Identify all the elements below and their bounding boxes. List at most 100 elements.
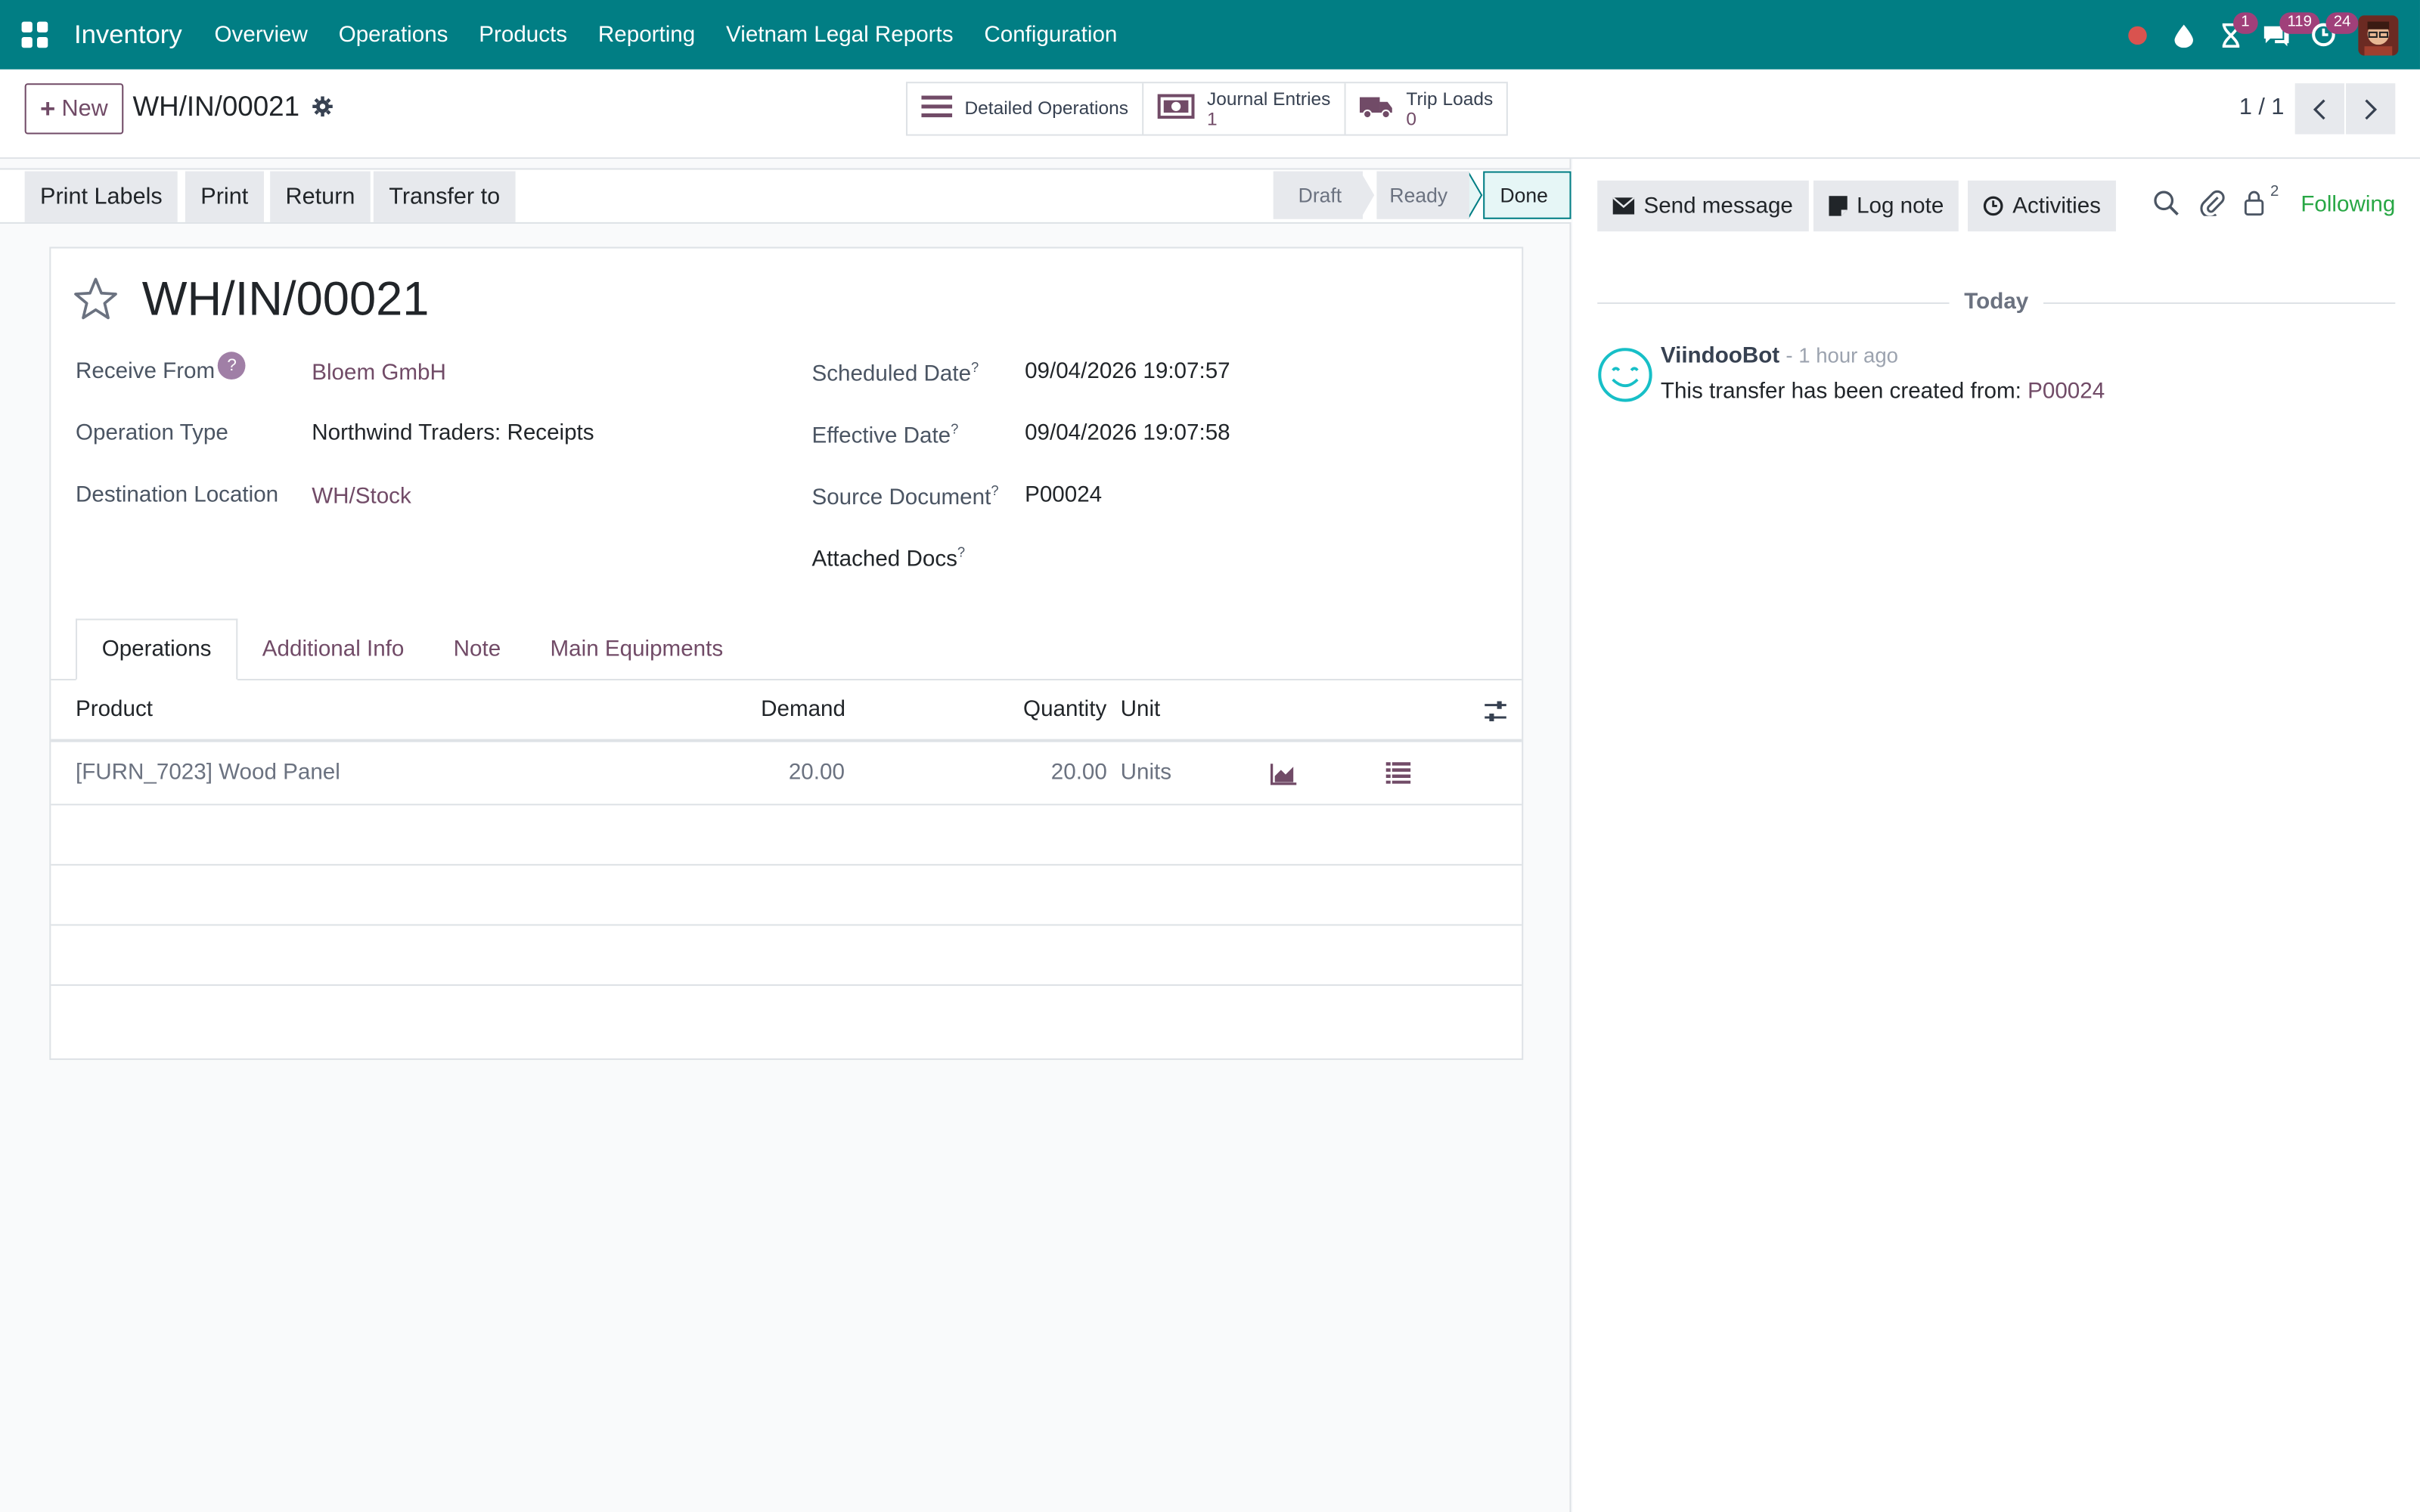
updates-icon[interactable]: 24 [2300, 0, 2359, 70]
message-time: - 1 hour ago [1786, 344, 1898, 367]
pager-value[interactable]: 1 / 1 [2239, 94, 2285, 120]
detailed-operations-button[interactable]: Detailed Operations [908, 83, 1144, 135]
menu-operations[interactable]: Operations [323, 23, 464, 48]
search-icon[interactable] [2153, 190, 2181, 218]
journal-entries-label: Journal Entries [1207, 87, 1331, 109]
tab-operations[interactable]: Operations [75, 618, 238, 680]
activities-label: Activities [2012, 194, 2101, 218]
table-row-empty [51, 867, 1522, 926]
transfer-to-button[interactable]: Transfer to [373, 171, 516, 222]
effective-date-value[interactable]: 09/04/2026 19:07:58 [1025, 421, 1230, 446]
menu-vietnam-legal-reports[interactable]: Vietnam Legal Reports [711, 23, 969, 48]
source-document-value[interactable]: P00024 [1025, 483, 1102, 508]
operation-type-value[interactable]: Northwind Traders: Receipts [312, 421, 594, 446]
systray: 1 119 24 [2114, 0, 2399, 70]
smart-buttons: Detailed Operations Journal Entries 1 Tr… [905, 82, 1509, 136]
log-note-button[interactable]: Log note [1813, 180, 1959, 232]
column-product[interactable]: Product [76, 697, 153, 722]
help-tooltip-icon[interactable]: ? [218, 352, 246, 380]
app-brand[interactable]: Inventory [74, 20, 182, 51]
following-button[interactable]: Following [2301, 193, 2395, 218]
stage-pipeline: Draft Ready Done [1274, 171, 1571, 219]
tab-additional-info[interactable]: Additional Info [237, 618, 429, 680]
forecast-chart-icon[interactable] [1270, 762, 1298, 793]
print-button[interactable]: Print [185, 171, 264, 222]
detailed-operations-label: Detailed Operations [964, 97, 1128, 119]
attached-docs-help[interactable]: ? [957, 544, 965, 559]
source-document-help[interactable]: ? [991, 483, 998, 498]
send-message-label: Send message [1643, 194, 1793, 218]
receive-from-value[interactable]: Bloem GmbH [312, 361, 446, 386]
scheduled-date-help[interactable]: ? [971, 360, 979, 375]
tab-main-equipments[interactable]: Main Equipments [526, 618, 748, 680]
attached-docs-label: Attached Docs? [811, 544, 965, 572]
date-separator: Today [1573, 290, 2420, 315]
new-button[interactable]: + New [24, 83, 124, 135]
return-button[interactable]: Return [270, 171, 371, 222]
notebook-tabs: Operations Additional Info Note Main Equ… [75, 618, 748, 680]
new-button-label: New [61, 95, 108, 122]
row-demand[interactable]: 20.00 [789, 761, 845, 785]
column-demand[interactable]: Demand [761, 697, 845, 722]
form-area: Print Labels Print Return Transfer to Dr… [0, 159, 1571, 1512]
trip-loads-button[interactable]: Trip Loads 0 [1346, 83, 1507, 134]
stage-done[interactable]: Done [1483, 171, 1571, 219]
row-unit[interactable]: Units [1121, 761, 1171, 785]
star-icon[interactable] [73, 276, 119, 322]
gear-icon[interactable] [312, 96, 334, 118]
column-unit[interactable]: Unit [1121, 697, 1161, 722]
scheduled-date-value[interactable]: 09/04/2026 19:07:57 [1025, 360, 1230, 385]
table-row[interactable]: [FURN_7023] Wood Panel 20.00 20.00 Units [51, 744, 1522, 806]
clock-icon [1983, 196, 2003, 216]
followers-icon[interactable] [2242, 190, 2270, 218]
operation-type-label: Operation Type [75, 421, 228, 446]
chevron-right-icon [2365, 98, 2378, 119]
menu-configuration[interactable]: Configuration [969, 23, 1133, 48]
messages-icon[interactable]: 119 [2254, 0, 2320, 70]
apps-menu-icon[interactable] [21, 20, 50, 49]
paperclip-icon[interactable] [2199, 190, 2227, 218]
trip-loads-count: 0 [1406, 107, 1417, 129]
journal-entries-button[interactable]: Journal Entries 1 [1143, 83, 1346, 135]
print-labels-button[interactable]: Print Labels [24, 171, 178, 222]
activities-button[interactable]: Activities [1968, 180, 2117, 232]
money-icon [1157, 94, 1195, 123]
bot-avatar-icon [1597, 347, 1652, 402]
message-body: This transfer has been created from: P00… [1661, 380, 2105, 404]
journal-entries-count: 1 [1207, 107, 1218, 129]
menu-overview[interactable]: Overview [199, 23, 323, 48]
message-source-link[interactable]: P00024 [2028, 380, 2105, 404]
pager-previous-button[interactable] [2294, 83, 2344, 135]
stage-arrow-icon [1361, 171, 1377, 219]
user-avatar[interactable] [2358, 14, 2399, 55]
date-separator-label: Today [1948, 290, 2044, 315]
drop-icon[interactable] [2161, 0, 2207, 70]
send-message-button[interactable]: Send message [1597, 180, 1809, 232]
envelope-icon [1612, 197, 1635, 215]
column-settings-icon[interactable] [1483, 699, 1508, 731]
truck-icon [1360, 94, 1394, 123]
pager-next-button[interactable] [2346, 83, 2396, 135]
menu-reporting[interactable]: Reporting [582, 23, 710, 48]
effective-date-help[interactable]: ? [951, 421, 958, 436]
tab-note[interactable]: Note [429, 618, 526, 680]
updates-badge: 24 [2325, 12, 2359, 34]
stage-ready[interactable]: Ready [1377, 171, 1469, 219]
receive-from-label-text: Receive From [75, 359, 216, 385]
destination-location-value[interactable]: WH/Stock [312, 485, 411, 510]
chevron-left-icon [2313, 98, 2325, 119]
recording-indicator-icon[interactable] [2114, 0, 2161, 70]
top-navbar: Inventory Overview Operations Products R… [0, 0, 2420, 70]
row-product[interactable]: [FURN_7023] Wood Panel [76, 761, 340, 785]
chatter-panel: Send message Log note Activities 2 Follo… [1572, 159, 2420, 1512]
menu-products[interactable]: Products [464, 23, 583, 48]
stage-draft[interactable]: Draft [1274, 171, 1364, 219]
message-author-name[interactable]: ViindooBot [1661, 344, 1779, 369]
details-list-icon[interactable] [1385, 762, 1411, 792]
row-quantity[interactable]: 20.00 [1051, 761, 1107, 785]
scheduled-date-label: Scheduled Date? [811, 360, 979, 387]
column-quantity[interactable]: Quantity [1023, 697, 1106, 722]
form-sheet: WH/IN/00021 Receive From? Bloem GmbH Ope… [49, 246, 1524, 1061]
destination-location-label: Destination Location [75, 482, 279, 508]
hourglass-icon[interactable]: 1 [2207, 0, 2257, 70]
